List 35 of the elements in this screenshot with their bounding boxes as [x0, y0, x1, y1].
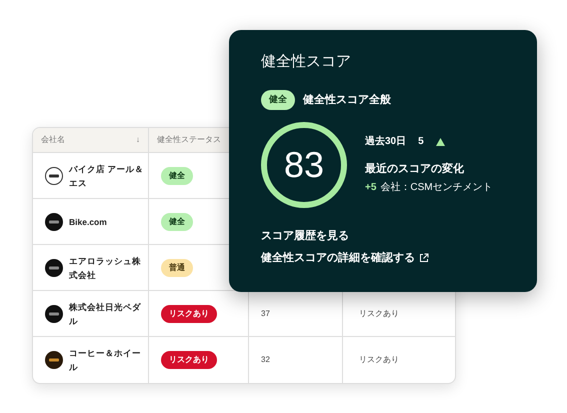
company-name: Bike.com	[69, 216, 107, 228]
change-value: +5	[365, 180, 376, 195]
company-name: エアロラッシュ株式会社	[69, 254, 142, 282]
up-triangle-icon	[436, 138, 445, 146]
card-link[interactable]: 健全性スコアの詳細を確認する	[261, 250, 429, 266]
status-badge: 普通	[161, 258, 193, 276]
external-link-icon	[419, 253, 429, 264]
sort-icon: ↓	[136, 134, 140, 146]
company-logo-icon	[45, 258, 63, 276]
company-name: 株式会社日光ペダル	[69, 300, 142, 328]
score-value: 37	[261, 308, 270, 320]
company-name: バイク店 アール＆エス	[69, 162, 144, 190]
status-text: リスクあり	[359, 308, 399, 320]
status-badge: リスクあり	[161, 304, 217, 322]
change-title: 最近のスコアの変化	[365, 162, 465, 178]
company-logo-icon	[45, 166, 63, 184]
score-value: 32	[261, 354, 270, 366]
card-link[interactable]: スコア履歴を見る	[261, 228, 349, 244]
score-value: 83	[284, 142, 324, 186]
status-badge: 健全	[161, 212, 193, 230]
status-text: リスクあり	[359, 354, 399, 366]
card-title: 健全性スコア	[261, 52, 352, 72]
company-logo-icon	[45, 304, 63, 322]
status-badge: 健全	[161, 166, 193, 184]
period-change: 5	[418, 135, 424, 150]
card-subtitle: 健全性スコア全般	[303, 92, 391, 108]
period-label: 過去30日	[365, 134, 406, 150]
company-logo-icon	[45, 351, 63, 369]
change-source: 会社：CSMセンチメント	[380, 180, 493, 195]
company-logo-icon	[45, 212, 63, 230]
column-header[interactable]: 会社名 ↓	[33, 128, 149, 152]
company-name: コーヒー＆ホイール	[69, 347, 142, 374]
status-badge: 健全	[261, 90, 295, 110]
column-header[interactable]: 健全性ステータス	[157, 134, 221, 146]
status-badge: リスクあり	[161, 351, 217, 369]
